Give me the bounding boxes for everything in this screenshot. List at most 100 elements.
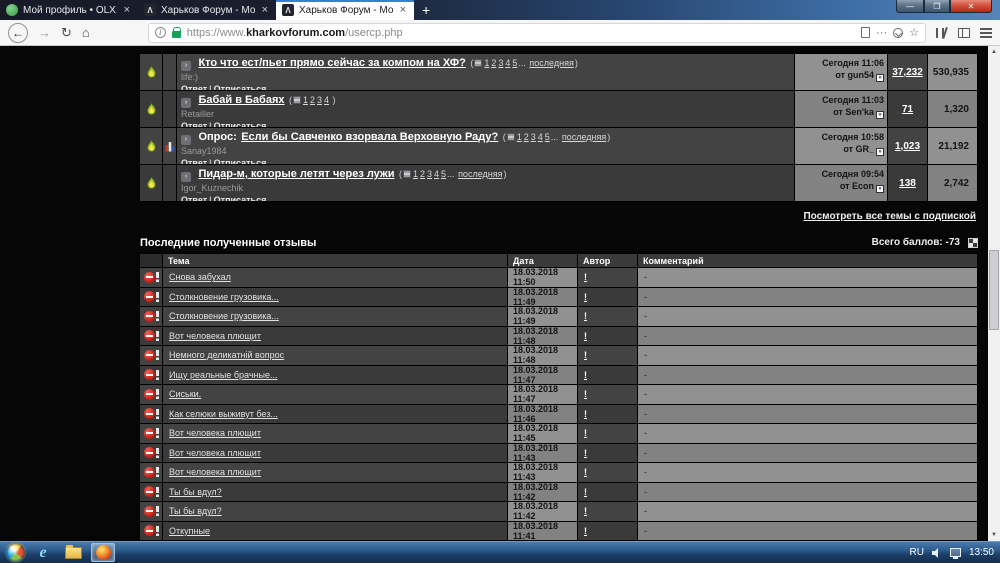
taskbar-firefox-icon[interactable] <box>91 543 115 562</box>
page-number-link[interactable]: 1 <box>484 58 489 68</box>
last-page-link[interactable]: последняя <box>562 132 606 142</box>
page-number-link[interactable]: 4 <box>505 58 510 68</box>
new-tab-button[interactable]: + <box>414 0 438 20</box>
taskbar-ie-icon[interactable]: e <box>31 543 55 562</box>
feedback-author-link[interactable]: ! <box>584 370 587 380</box>
page-number-link[interactable]: 5 <box>545 132 550 142</box>
page-number-link[interactable]: 4 <box>538 132 543 142</box>
feedback-author-link[interactable]: ! <box>584 487 587 497</box>
scrollbar-up-icon[interactable]: ▲ <box>988 46 1000 58</box>
network-icon[interactable] <box>949 548 961 559</box>
thread-title-link[interactable]: Пидар-м, которые летят через лужи <box>198 168 394 180</box>
page-number-link[interactable]: 4 <box>324 95 329 105</box>
feedback-topic-link[interactable]: Сиськи. <box>169 389 201 399</box>
go-to-last-post-icon[interactable]: » <box>876 148 884 156</box>
page-number-link[interactable]: 1 <box>413 169 418 179</box>
feedback-author-link[interactable]: ! <box>584 389 587 399</box>
feedback-author-link[interactable]: ! <box>584 526 587 536</box>
page-number-link[interactable]: 1 <box>303 95 308 105</box>
thread-replies-link[interactable]: 71 <box>902 104 913 115</box>
feedback-topic-link[interactable]: Снова забухал <box>169 272 231 282</box>
feedback-author-link[interactable]: ! <box>584 272 587 282</box>
unsubscribe-link[interactable]: Отписаться <box>214 121 267 127</box>
page-number-link[interactable]: 2 <box>524 132 529 142</box>
feedback-topic-link[interactable]: Ты бы вдул? <box>169 487 222 497</box>
forward-button[interactable]: → <box>38 26 51 39</box>
window-close-button[interactable]: ✕ <box>950 0 992 13</box>
thread-replies-link[interactable]: 1,023 <box>895 141 920 152</box>
address-bar[interactable]: i https://www.kharkovforum.com/usercp.ph… <box>147 22 926 43</box>
unsubscribe-link[interactable]: Отписаться <box>214 158 267 164</box>
reply-link[interactable]: Ответ <box>181 158 207 164</box>
feedback-author-link[interactable]: ! <box>584 292 587 302</box>
unsubscribe-link[interactable]: Отписаться <box>214 84 267 90</box>
page-scrollbar[interactable]: ▲ ▼ <box>988 46 1000 541</box>
window-maximize-button[interactable]: ❐ <box>924 0 950 13</box>
page-number-link[interactable]: 4 <box>434 169 439 179</box>
go-to-last-post-icon[interactable]: » <box>876 185 884 193</box>
feedback-topic-link[interactable]: Вот человека плющит <box>169 448 261 458</box>
reply-link[interactable]: Ответ <box>181 84 207 90</box>
go-to-last-post-icon[interactable]: » <box>876 74 884 82</box>
page-number-link[interactable]: 2 <box>491 58 496 68</box>
tab-close-icon[interactable]: × <box>398 4 408 16</box>
feedback-author-link[interactable]: ! <box>584 428 587 438</box>
feedback-topic-link[interactable]: Столкновение грузовика... <box>169 311 279 321</box>
feedback-author-link[interactable]: ! <box>584 506 587 516</box>
go-to-last-post-icon[interactable]: » <box>876 111 884 119</box>
page-number-link[interactable]: 2 <box>310 95 315 105</box>
collapse-section-icon[interactable] <box>968 237 978 248</box>
feedback-topic-link[interactable]: Немного деликатній вопрос <box>169 350 284 360</box>
thread-title-link[interactable]: Кто что ест/пьет прямо сейчас за компом … <box>198 57 465 69</box>
tab-close-icon[interactable]: × <box>260 4 270 16</box>
back-button[interactable]: ← <box>8 22 28 43</box>
browser-tab[interactable]: Мой профиль • OLX.ua × <box>0 0 138 20</box>
feedback-topic-link[interactable]: Как селюки выживут без... <box>169 409 278 419</box>
library-icon[interactable] <box>936 27 948 39</box>
page-number-link[interactable]: 2 <box>420 169 425 179</box>
menu-icon[interactable] <box>980 27 992 38</box>
thread-title-link[interactable]: Бабай в Бабаях <box>198 94 284 106</box>
feedback-topic-link[interactable]: Откупные <box>169 526 210 536</box>
language-indicator[interactable]: RU <box>910 547 924 558</box>
browser-tab[interactable]: Λ Харьков Форум - Мой кабин × <box>138 0 276 20</box>
site-info-icon[interactable]: i <box>154 27 166 38</box>
scrollbar-thumb[interactable] <box>989 250 999 330</box>
feedback-author-link[interactable]: ! <box>584 409 587 419</box>
start-button[interactable] <box>6 543 25 562</box>
window-minimize-button[interactable]: — <box>896 0 924 13</box>
page-number-link[interactable]: 3 <box>427 169 432 179</box>
page-actions-icon[interactable]: ··· <box>876 27 887 39</box>
last-page-link[interactable]: последняя <box>529 58 573 68</box>
page-number-link[interactable]: 3 <box>317 95 322 105</box>
feedback-topic-link[interactable]: Ты бы вдул? <box>169 506 222 516</box>
sidebar-icon[interactable] <box>958 27 970 38</box>
page-number-link[interactable]: 5 <box>441 169 446 179</box>
home-button[interactable]: ⌂ <box>82 26 90 39</box>
screenshot-page-action-icon[interactable] <box>861 27 871 38</box>
reload-button[interactable]: ↻ <box>61 26 72 39</box>
page-number-link[interactable]: 1 <box>517 132 522 142</box>
thread-replies-link[interactable]: 37,232 <box>892 67 923 78</box>
feedback-topic-link[interactable]: Вот человека плющит <box>169 467 261 477</box>
unsubscribe-link[interactable]: Отписаться <box>214 195 267 201</box>
tab-close-icon[interactable]: × <box>122 4 132 16</box>
thread-replies-link[interactable]: 138 <box>899 178 916 189</box>
taskbar-clock[interactable]: 13:50 <box>969 547 994 558</box>
feedback-topic-link[interactable]: Вот человека плющит <box>169 428 261 438</box>
feedback-topic-link[interactable]: Вот человека плющит <box>169 331 261 341</box>
feedback-author-link[interactable]: ! <box>584 350 587 360</box>
page-number-link[interactable]: 5 <box>512 58 517 68</box>
page-number-link[interactable]: 3 <box>498 58 503 68</box>
feedback-author-link[interactable]: ! <box>584 448 587 458</box>
volume-icon[interactable] <box>931 547 942 558</box>
taskbar-explorer-icon[interactable] <box>61 543 85 562</box>
feedback-author-link[interactable]: ! <box>584 311 587 321</box>
page-number-link[interactable]: 3 <box>531 132 536 142</box>
browser-tab[interactable]: Λ Харьков Форум - Мой кабин × <box>276 0 414 20</box>
scrollbar-down-icon[interactable]: ▼ <box>988 529 1000 541</box>
last-page-link[interactable]: последняя <box>458 169 502 179</box>
feedback-topic-link[interactable]: Столкновение грузовика... <box>169 292 279 302</box>
thread-title-link[interactable]: Если бы Савченко взорвала Верховную Раду… <box>241 131 498 143</box>
pocket-icon[interactable] <box>893 27 904 38</box>
